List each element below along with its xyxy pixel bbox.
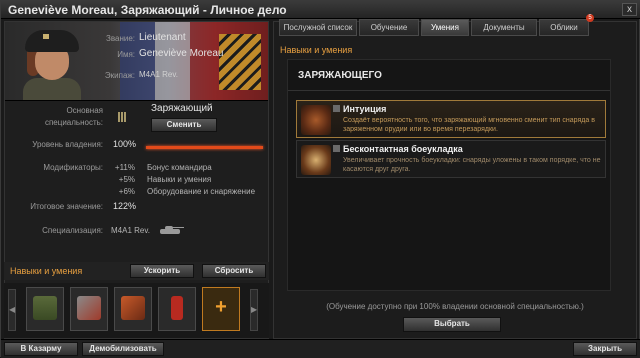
section-title: ЗАРЯЖАЮЩЕГО xyxy=(298,70,382,81)
skill-type-icon xyxy=(333,145,340,152)
crew-portrait xyxy=(23,28,81,100)
demobilize-button[interactable]: Демобилизовать xyxy=(82,342,164,356)
skills-list: ЗАРЯЖАЮЩЕГО Интуиция Создаёт вероятность… xyxy=(287,59,611,291)
skill-item-intuition[interactable]: Интуиция Создаёт вероятность того, что з… xyxy=(296,100,606,138)
training-note: (Обучение доступно при 100% владении осн… xyxy=(326,302,584,311)
change-specialty-button[interactable]: Сменить xyxy=(151,118,217,132)
modifier-value: +5% xyxy=(118,175,135,184)
reset-button[interactable]: Сбросить xyxy=(202,264,266,278)
modifiers-label: Модификаторы: xyxy=(43,163,103,172)
mastery-progress-bar xyxy=(146,146,263,149)
skill-slots: ◀ + ▶ xyxy=(4,283,269,338)
total-value: 122% xyxy=(113,201,137,211)
choose-button[interactable]: Выбрать xyxy=(403,317,501,332)
bottom-bar: В Казарму Демобилизовать Закрыть xyxy=(1,339,640,358)
main-specialty-value: Заряжающий xyxy=(151,103,213,114)
close-button[interactable]: Закрыть xyxy=(573,342,637,356)
loader-role-icon xyxy=(117,110,127,124)
skills-header: Навыки и умения Ускорить Сбросить xyxy=(4,262,269,280)
crew-value: M4A1 Rev. xyxy=(139,70,178,79)
close-icon[interactable]: x xyxy=(622,3,637,16)
tab-documents[interactable]: Документы xyxy=(471,19,537,36)
right-panel-header: Навыки и умения xyxy=(280,45,353,55)
name-label: Имя: xyxy=(117,50,135,59)
intuition-icon xyxy=(301,105,331,135)
rank-insignia-icon xyxy=(219,34,261,90)
scroll-right-icon[interactable]: ▶ xyxy=(250,289,258,331)
tab-training[interactable]: Обучение xyxy=(359,19,419,36)
tab-skills[interactable]: Умения xyxy=(421,19,469,36)
add-skill-icon[interactable]: + xyxy=(202,287,240,331)
tank-icon xyxy=(158,225,184,235)
skill-description: Увеличивает прочность боеукладки: снаряд… xyxy=(343,157,601,173)
tab-bar: Послужной список Обучение Умения Докумен… xyxy=(273,19,637,37)
modifier-name: Навыки и умения xyxy=(147,175,212,184)
title-bar[interactable]: Geneviève Moreau, Заряжающий - Личное де… xyxy=(1,1,640,19)
window-title: Geneviève Moreau, Заряжающий - Личное де… xyxy=(8,3,287,17)
notification-badge: 5 xyxy=(586,14,594,22)
barracks-button[interactable]: В Казарму xyxy=(4,342,78,356)
skill-description: Создаёт вероятность того, что заряжающий… xyxy=(343,117,595,133)
specialization-value: M4A1 Rev. xyxy=(111,226,150,235)
modifier-name: Бонус командира xyxy=(147,163,212,172)
tab-service-record[interactable]: Послужной список xyxy=(279,19,357,36)
rank-value: Lieutenant xyxy=(139,32,186,43)
skill-item-ammo-rack[interactable]: Бесконтактная боеукладка Увеличивает про… xyxy=(296,140,606,178)
name-value: Geneviève Moreau xyxy=(139,48,224,59)
modifier-name: Оборудование и снаряжение xyxy=(147,187,256,196)
tools-skill-icon[interactable] xyxy=(70,287,108,331)
extinguisher-skill-icon[interactable] xyxy=(158,287,196,331)
crew-label: Экипаж: xyxy=(104,71,135,80)
tab-appearance[interactable]: Облики xyxy=(539,19,589,36)
specialization-label: Специализация: xyxy=(42,226,103,235)
divider xyxy=(288,90,610,91)
rank-label: Звание: xyxy=(106,34,135,43)
skill-name: Интуиция xyxy=(343,104,387,114)
crew-member-window: Geneviève Moreau, Заряжающий - Личное де… xyxy=(0,0,640,358)
divider xyxy=(5,100,268,101)
ammo-rack-icon xyxy=(301,145,331,175)
tank-skill-icon[interactable] xyxy=(26,287,64,331)
total-label: Итоговое значение: xyxy=(30,202,103,211)
skill-type-icon xyxy=(333,105,340,112)
main-specialty-label-2: специальность: xyxy=(44,118,103,127)
modifier-value: +11% xyxy=(114,163,135,172)
scroll-left-icon[interactable]: ◀ xyxy=(8,289,16,331)
accelerate-button[interactable]: Ускорить xyxy=(130,264,194,278)
skills-title: Навыки и умения xyxy=(10,266,83,276)
ammo-skill-icon[interactable] xyxy=(114,287,152,331)
skill-name: Бесконтактная боеукладка xyxy=(343,144,463,154)
portrait-area: Звание: Lieutenant Имя: Geneviève Moreau… xyxy=(5,22,268,100)
modifier-value: +6% xyxy=(118,187,135,196)
mastery-label: Уровень владения: xyxy=(32,140,103,149)
main-specialty-label-1: Основная xyxy=(66,106,103,115)
mastery-value: 100% xyxy=(113,139,137,149)
